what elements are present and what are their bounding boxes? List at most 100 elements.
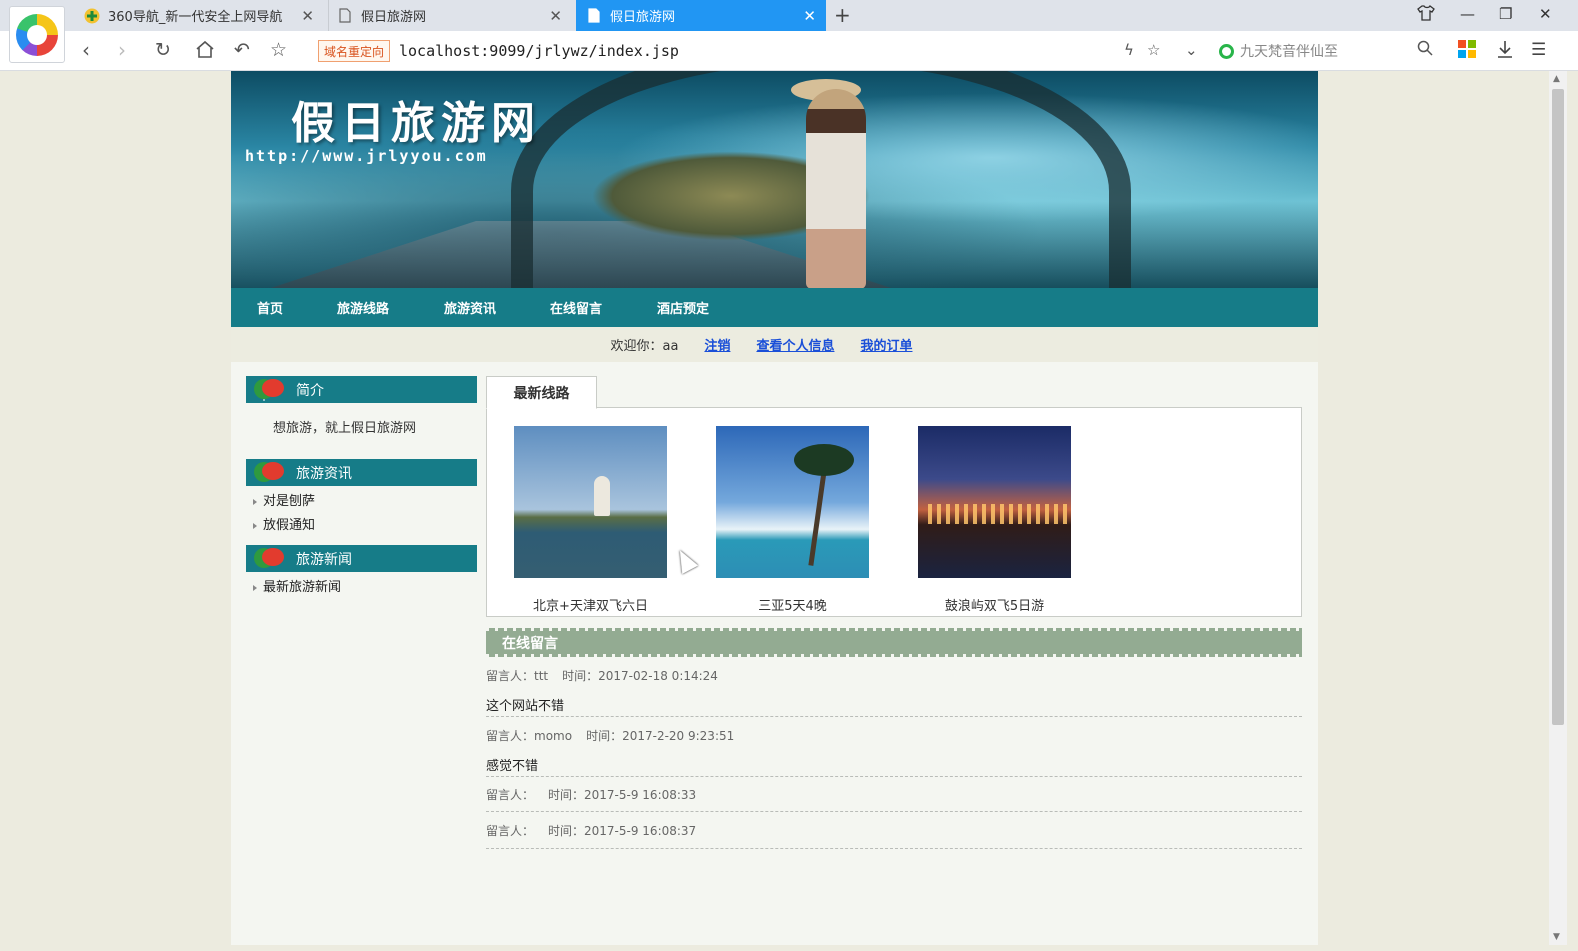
- message-body: 这个网站不错: [486, 699, 565, 714]
- sidebar-info-item-label: 放假通知: [263, 518, 316, 533]
- route-card[interactable]: 北京+天津双飞六日: [514, 426, 667, 614]
- search-placeholder: 九天梵音伴仙至: [1240, 44, 1338, 60]
- scrollbar-thumb[interactable]: [1552, 89, 1564, 725]
- tab-title: 360导航_新一代安全上网导航: [108, 10, 283, 25]
- close-window-icon[interactable]: ✕: [1539, 5, 1552, 23]
- sidebar-info-header: 旅游资讯: [246, 459, 477, 486]
- message-time: 时间：2017-5-9 16:08:37: [548, 824, 697, 838]
- menu-icon[interactable]: ☰: [1531, 40, 1546, 60]
- profile-link[interactable]: 查看个人信息: [756, 335, 834, 354]
- sidebar-info-item[interactable]: 对是刨萨: [253, 490, 315, 509]
- sidebar-news-header: 旅游新闻: [246, 545, 477, 572]
- sidebar-intro-title: 简介: [296, 382, 324, 399]
- message-time: 时间：2017-2-20 9:23:51: [586, 729, 735, 743]
- restore-icon[interactable]: ❐: [1499, 5, 1512, 23]
- message-time: 时间：2017-5-9 16:08:33: [548, 788, 697, 802]
- browser-tab-strip: 360导航_新一代安全上网导航 ✕ 假日旅游网 ✕ 假日旅游网 ✕ + — ❐ …: [0, 0, 1578, 31]
- nav-routes[interactable]: 旅游线路: [337, 298, 389, 317]
- browser-tab-holiday-active[interactable]: 假日旅游网 ✕: [576, 0, 826, 31]
- browser-tab-360[interactable]: 360导航_新一代安全上网导航 ✕: [76, 0, 324, 31]
- message-author: 留言人：ttt: [486, 669, 549, 683]
- route-caption[interactable]: 北京+天津双飞六日: [514, 595, 667, 614]
- search-engine-icon: [1219, 43, 1234, 59]
- page-icon: [586, 8, 602, 24]
- forward-icon[interactable]: ›: [118, 40, 126, 60]
- message-item: 留言人： 时间：2017-5-9 16:08:33: [486, 786, 1302, 812]
- browser-tab-holiday-1[interactable]: 假日旅游网 ✕: [328, 0, 572, 31]
- my-orders-link[interactable]: 我的订单: [860, 335, 912, 354]
- logout-link[interactable]: 注销: [704, 335, 730, 354]
- minimize-icon[interactable]: —: [1460, 5, 1475, 23]
- address-input[interactable]: localhost:9099/jrlywz/index.jsp: [399, 42, 679, 60]
- route-image[interactable]: [716, 426, 869, 578]
- redirect-badge[interactable]: 域名重定向: [318, 40, 391, 62]
- message-item: 留言人：ttt 时间：2017-02-18 0:14:24 这个网站不错: [486, 667, 1302, 717]
- sidebar-intro-text: 想旅游，就上假日旅游网: [273, 421, 417, 436]
- sidebar-info-item-label: 对是刨萨: [263, 494, 316, 509]
- message-item: 留言人：momo 时间：2017-2-20 9:23:51 感觉不错: [486, 727, 1302, 777]
- lightning-icon[interactable]: ϟ: [1124, 41, 1134, 59]
- tab-title: 假日旅游网: [361, 10, 427, 25]
- message-author: 留言人：: [486, 824, 535, 838]
- route-caption[interactable]: 鼓浪屿双飞5日游: [918, 595, 1071, 614]
- messages-header: 在线留言: [486, 628, 1302, 657]
- page-scrollbar[interactable]: ▲ ▼: [1549, 71, 1567, 945]
- address-toolbar: ‹ › ↻ ↶ ☆ 域名重定向 localhost:9099/jrlywz/in…: [0, 31, 1578, 71]
- new-tab-button[interactable]: +: [834, 3, 851, 27]
- site-title: 假日旅游网: [291, 98, 541, 149]
- message-item: 留言人： 时间：2017-5-9 16:08:37: [486, 822, 1302, 849]
- download-icon[interactable]: [1496, 40, 1514, 63]
- routes-tab[interactable]: 最新线路: [486, 376, 597, 409]
- scroll-up-icon[interactable]: ▲: [1553, 74, 1560, 84]
- search-icon[interactable]: [1417, 40, 1433, 61]
- apps-grid-icon[interactable]: [1458, 40, 1476, 63]
- message-time: 时间：2017-02-18 0:14:24: [562, 669, 718, 683]
- skin-icon[interactable]: [1417, 5, 1435, 25]
- nav-online-message[interactable]: 在线留言: [550, 298, 602, 317]
- tab-close-icon[interactable]: ✕: [803, 7, 816, 25]
- tab-close-icon[interactable]: ✕: [549, 7, 562, 25]
- bullet-arrow-icon: [253, 584, 257, 591]
- route-card[interactable]: 鼓浪屿双飞5日游: [918, 426, 1071, 614]
- undo-close-icon[interactable]: ↶: [234, 40, 250, 60]
- route-image[interactable]: [918, 426, 1071, 578]
- page-icon: [337, 8, 353, 24]
- routes-panel: 北京+天津双飞六日 三亚5天4晚 鼓浪屿双飞5日游: [486, 407, 1302, 617]
- chevron-down-icon[interactable]: ⌄: [1185, 41, 1198, 59]
- bullet-arrow-icon: [253, 522, 257, 529]
- browser-logo[interactable]: [9, 6, 65, 63]
- main-nav: 首页 旅游线路 旅游资讯 在线留言 酒店预定: [231, 288, 1318, 327]
- sidebar-news-item-label: 最新旅游新闻: [263, 580, 342, 595]
- sidebar-info-item[interactable]: 放假通知: [253, 514, 315, 533]
- site-emblem-icon: [254, 379, 284, 401]
- route-image[interactable]: [514, 426, 667, 578]
- welcome-bar: 欢迎你：aa 注销 查看个人信息 我的订单: [231, 327, 1318, 362]
- sidebar-news-item[interactable]: 最新旅游新闻: [253, 576, 341, 595]
- scroll-down-icon[interactable]: ▼: [1553, 932, 1560, 942]
- sidebar-news-title: 旅游新闻: [296, 551, 352, 568]
- 360-shield-icon: [84, 8, 100, 24]
- sidebar-info-title: 旅游资讯: [296, 465, 352, 482]
- bookmark-star-icon[interactable]: ☆: [1147, 41, 1160, 59]
- search-input[interactable]: 九天梵音伴仙至: [1219, 37, 1441, 65]
- nav-home[interactable]: 首页: [257, 298, 283, 317]
- tab-title: 假日旅游网: [610, 10, 676, 25]
- favorite-star-icon[interactable]: ☆: [270, 40, 287, 60]
- site-page: 假日旅游网 http://www.jrlyyou.com 首页 旅游线路 旅游资…: [231, 71, 1318, 945]
- back-icon[interactable]: ‹: [82, 40, 90, 60]
- bullet-arrow-icon: [253, 498, 257, 505]
- route-card[interactable]: 三亚5天4晚: [716, 426, 869, 614]
- route-caption[interactable]: 三亚5天4晚: [716, 595, 869, 614]
- sidebar-intro-header: 简介: [246, 376, 477, 403]
- tab-close-icon[interactable]: ✕: [301, 7, 314, 25]
- message-author: 留言人：momo: [486, 729, 573, 743]
- nav-hotel-booking[interactable]: 酒店预定: [657, 298, 709, 317]
- nav-travel-info[interactable]: 旅游资讯: [444, 298, 496, 317]
- site-emblem-icon: [254, 548, 284, 568]
- reload-icon[interactable]: ↻: [155, 40, 171, 60]
- home-icon[interactable]: [195, 40, 215, 62]
- site-url: http://www.jrlyyou.com: [245, 147, 488, 165]
- message-author: 留言人：: [486, 788, 535, 802]
- site-banner: 假日旅游网 http://www.jrlyyou.com: [231, 71, 1318, 288]
- welcome-text: 欢迎你：aa: [610, 339, 679, 354]
